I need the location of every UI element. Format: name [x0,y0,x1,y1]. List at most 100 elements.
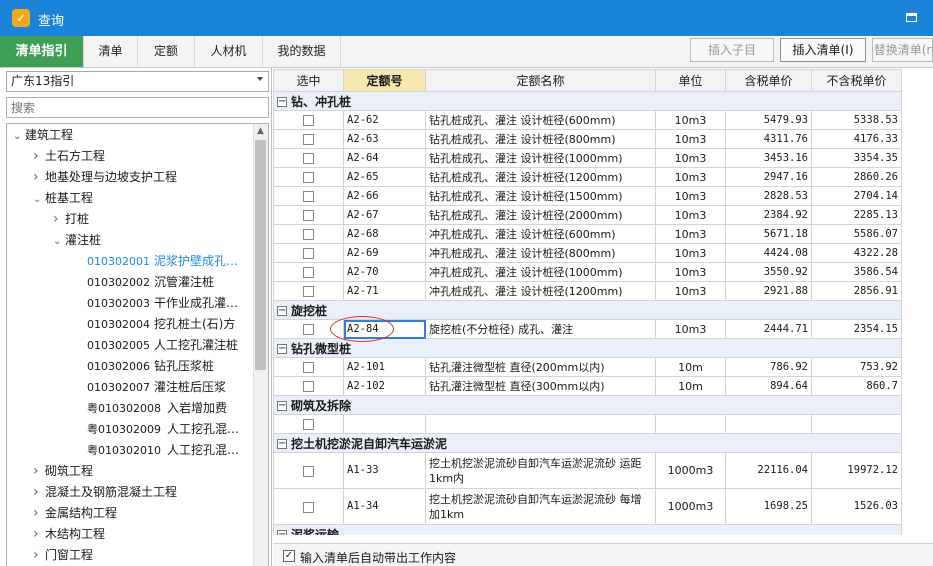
replace-bill-button[interactable]: 替换清单(r [872,38,933,62]
unit-cell[interactable]: 1000m3 [655,488,726,525]
quota-code-cell[interactable]: A2-71 [343,281,426,301]
maximize-icon[interactable] [906,13,917,22]
tab-quota[interactable]: 定额 [138,36,195,67]
chevron-right-icon[interactable]: › [33,461,45,482]
unit-cell[interactable]: 10m3 [655,319,726,339]
table-row[interactable]: A2-71 冲孔桩成孔、灌注 设计桩径(1200mm) 10m3 2921.88 285… [273,281,902,301]
notax-price-cell[interactable]: 4322.28 [811,243,902,263]
unit-cell[interactable]: 10m3 [655,243,726,263]
tax-price-cell[interactable] [725,414,812,434]
tree-item[interactable]: 010302001 泥浆护壁成孔… [87,251,238,272]
chevron-down-icon[interactable]: ⌄ [13,126,25,147]
table-row[interactable]: A2-66 钻孔桩成孔、灌注 设计桩径(1500mm) 10m3 2828.53 270… [273,186,902,206]
notax-price-cell[interactable]: 4176.33 [811,129,902,149]
row-checkbox[interactable] [303,267,314,278]
unit-cell[interactable]: 10m3 [655,262,726,282]
tree-item[interactable]: ⌄ 灌注桩 [53,230,101,251]
notax-price-cell[interactable]: 2285.13 [811,205,902,225]
row-checkbox[interactable] [303,210,314,221]
quota-code-cell[interactable]: A2-68 [343,224,426,244]
notax-price-cell[interactable]: 860.7 [811,376,902,396]
table-row[interactable]: A1-33 挖土机挖淤泥流砂自卸汽车运淤泥流砂 运距1km内 1000m3 22116… [273,452,902,489]
tab-bill[interactable]: 清单 [84,36,138,67]
notax-price-cell[interactable] [811,414,902,434]
collapse-icon[interactable]: − [277,306,287,316]
table-row[interactable]: A2-70 冲孔桩成孔、灌注 设计桩径(1000mm) 10m3 3550.92 358… [273,262,902,282]
chevron-right-icon[interactable]: › [33,545,45,566]
collapse-icon[interactable]: − [277,401,287,411]
insert-bill-button[interactable]: 插入清单(I) [780,38,866,62]
tree-item[interactable]: 粤010302009 人工挖孔混… [87,419,239,440]
region-select[interactable]: 广东13指引 [6,71,269,92]
quota-code-cell[interactable]: A2-69 [343,243,426,263]
group-row[interactable]: − 砌筑及拆除 [273,395,902,415]
quota-name-cell[interactable]: 冲孔桩成孔、灌注 设计桩径(800mm) [425,243,656,263]
tax-price-cell[interactable]: 22116.04 [725,452,812,489]
collapse-icon[interactable]: − [277,97,287,107]
quota-name-cell[interactable]: 钻孔桩成孔、灌注 设计桩径(1200mm) [425,167,656,187]
row-checkbox[interactable] [303,419,314,430]
quota-name-cell[interactable]: 冲孔桩成孔、灌注 设计桩径(1200mm) [425,281,656,301]
row-checkbox[interactable] [303,501,314,513]
table-row[interactable]: A2-62 钻孔桩成孔、灌注 设计桩径(600mm) 10m3 5479.93 5338… [273,110,902,130]
table-row[interactable] [273,414,902,434]
tree-item[interactable]: › 混凝土及钢筋混凝土工程 [33,482,177,503]
collapse-icon[interactable]: − [277,344,287,354]
quota-name-cell[interactable] [425,414,656,434]
table-row[interactable]: A2-63 钻孔桩成孔、灌注 设计桩径(800mm) 10m3 4311.76 4176… [273,129,902,149]
tree-item[interactable]: ⌄ 桩基工程 [33,188,93,209]
quota-code-cell[interactable]: A2-67 [343,205,426,225]
row-checkbox[interactable] [303,172,314,183]
tax-price-cell[interactable]: 1698.25 [725,488,812,525]
col-quota-code[interactable]: 定额号 [343,69,426,92]
quota-name-cell[interactable]: 钻孔灌注微型桩 直径(300mm以内) [425,376,656,396]
col-select[interactable]: 选中 [273,69,344,92]
tax-price-cell[interactable]: 5479.93 [725,110,812,130]
tax-price-cell[interactable]: 894.64 [725,376,812,396]
tree-item[interactable]: 010302005 人工挖孔灌注桩 [87,335,238,356]
row-checkbox[interactable] [303,191,314,202]
quota-code-cell[interactable]: A2-70 [343,262,426,282]
notax-price-cell[interactable]: 19972.12 [811,452,902,489]
col-notax-price[interactable]: 不含税单价 [811,69,902,92]
chevron-right-icon[interactable]: › [33,167,45,188]
row-checkbox[interactable] [303,229,314,240]
row-checkbox[interactable] [303,381,314,392]
scrollbar-thumb[interactable] [255,140,266,370]
quota-name-cell[interactable]: 钻孔桩成孔、灌注 设计桩径(2000mm) [425,205,656,225]
unit-cell[interactable]: 10m3 [655,148,726,168]
group-row[interactable]: − 钻、冲孔桩 [273,91,902,111]
chevron-down-icon[interactable] [257,77,263,81]
row-checkbox[interactable] [303,153,314,164]
chevron-down-icon[interactable]: ⌄ [33,189,45,210]
notax-price-cell[interactable]: 5586.07 [811,224,902,244]
row-checkbox[interactable] [303,248,314,259]
row-checkbox[interactable] [303,115,314,126]
quota-name-cell[interactable]: 冲孔桩成孔、灌注 设计桩径(600mm) [425,224,656,244]
notax-price-cell[interactable]: 2860.26 [811,167,902,187]
table-row[interactable]: A2-68 冲孔桩成孔、灌注 设计桩径(600mm) 10m3 5671.18 5586… [273,224,902,244]
col-quota-name[interactable]: 定额名称 [425,69,656,92]
row-checkbox[interactable] [303,286,314,297]
tab-labor-material[interactable]: 人材机 [195,36,263,67]
notax-price-cell[interactable]: 3586.54 [811,262,902,282]
tree-item[interactable]: 010302007 灌注桩后压浆 [87,377,226,398]
notax-price-cell[interactable]: 1526.03 [811,488,902,525]
tax-price-cell[interactable]: 3550.92 [725,262,812,282]
table-row[interactable]: A2-67 钻孔桩成孔、灌注 设计桩径(2000mm) 10m3 2384.92 228… [273,205,902,225]
tab-bill-guide[interactable]: 清单指引 [0,36,84,67]
tax-price-cell[interactable]: 4424.08 [725,243,812,263]
quota-name-cell[interactable]: 旋挖桩(不分桩径) 成孔、灌注 [425,319,656,339]
scroll-up-icon[interactable]: ▲ [253,124,268,139]
chevron-right-icon[interactable]: › [53,209,65,230]
unit-cell[interactable]: 10m3 [655,224,726,244]
group-row[interactable]: − 挖土机挖淤泥自卸汽车运淤泥 [273,433,902,453]
col-tax-price[interactable]: 含税单价 [725,69,812,92]
col-unit[interactable]: 单位 [655,69,726,92]
tax-price-cell[interactable]: 4311.76 [725,129,812,149]
chevron-right-icon[interactable]: › [33,503,45,524]
insert-child-button[interactable]: 插入子目 [690,38,774,62]
notax-price-cell[interactable]: 753.92 [811,357,902,377]
quota-name-cell[interactable]: 冲孔桩成孔、灌注 设计桩径(1000mm) [425,262,656,282]
unit-cell[interactable]: 10m [655,357,726,377]
